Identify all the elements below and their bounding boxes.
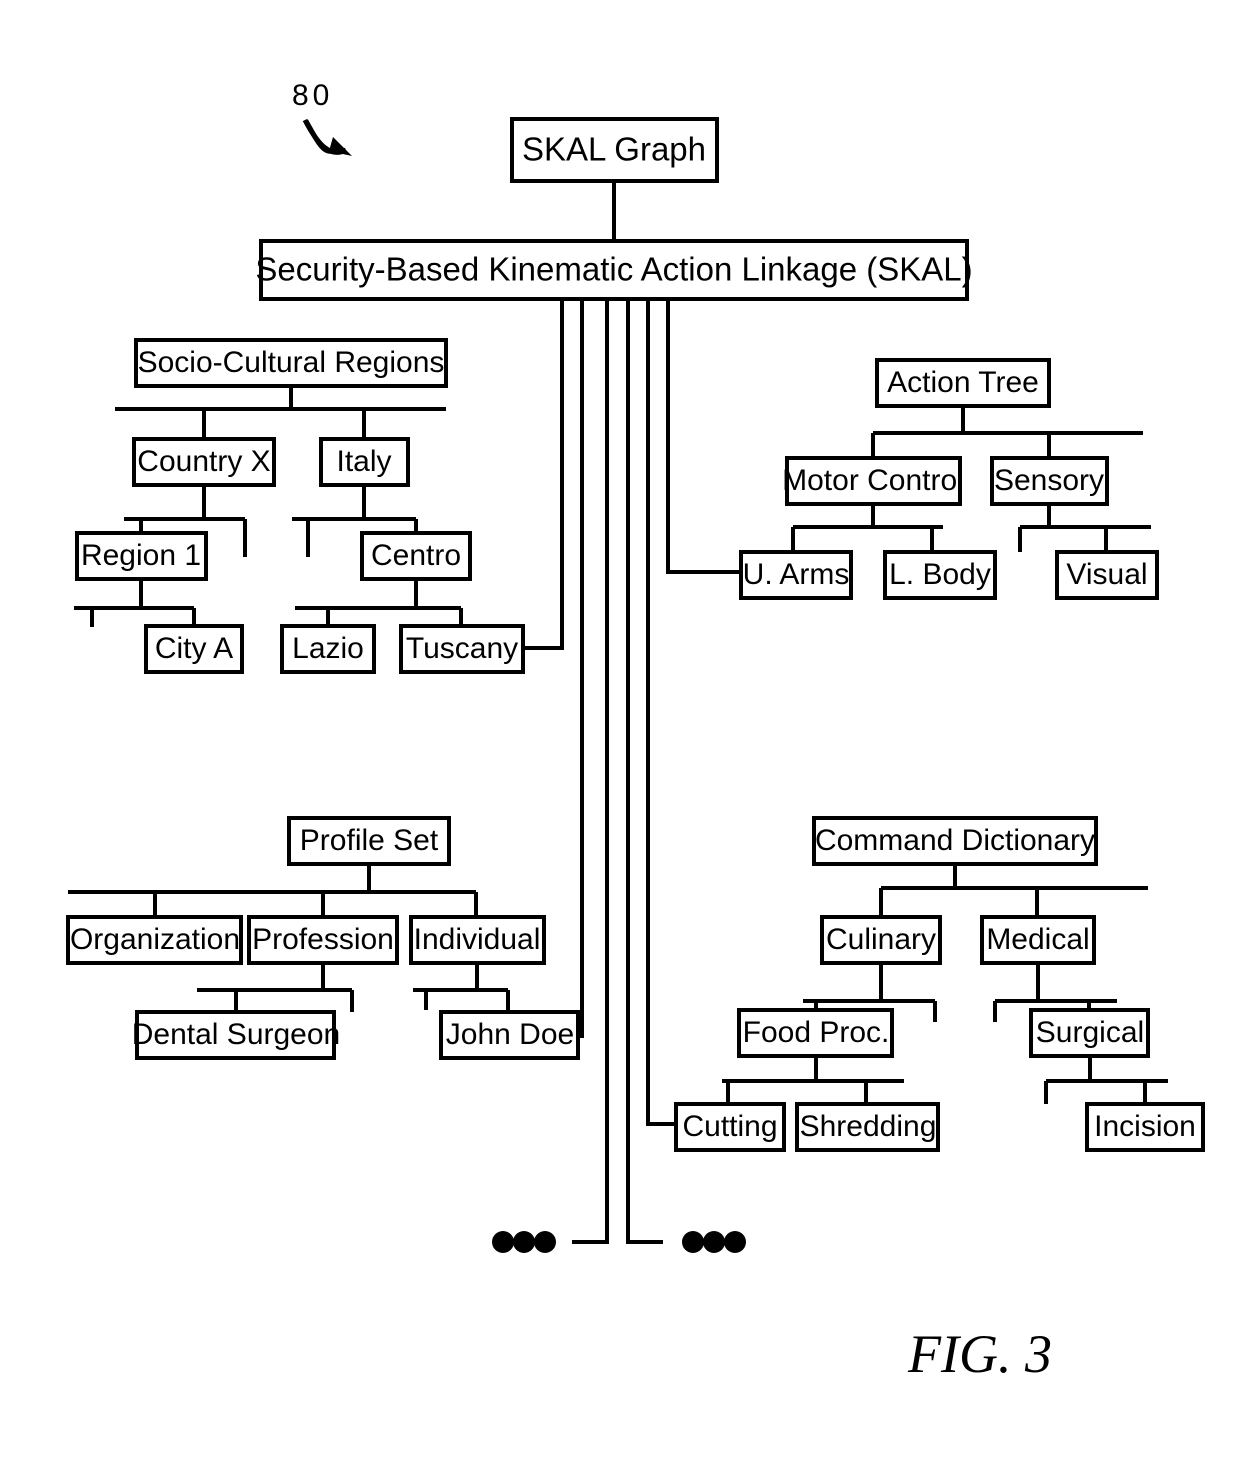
ellipsis-right-dot-1 [682, 1231, 704, 1253]
skal-graph-figure: 80 SKAL Graph Security-Based Kinematic A… [66, 79, 1205, 1384]
node-skal-graph-label: SKAL Graph [522, 131, 706, 168]
node-tuscany-label: Tuscany [406, 632, 518, 665]
trunk-line-to-tuscany [523, 299, 564, 650]
ellipsis-left-dot-3 [534, 1231, 556, 1253]
node-socio-cultural-regions[interactable]: Socio-Cultural Regions [134, 338, 448, 388]
node-profession-label: Profession [252, 923, 394, 956]
node-shredding[interactable]: Shredding [795, 1102, 940, 1152]
node-lazio[interactable]: Lazio [280, 624, 376, 674]
node-motor-control-label: Motor Control [782, 464, 964, 497]
node-visual[interactable]: Visual [1055, 550, 1159, 600]
node-skal-label: Security-Based Kinematic Action Linkage … [255, 251, 972, 288]
node-motor-control[interactable]: Motor Control [782, 456, 964, 506]
node-italy-label: Italy [336, 445, 391, 478]
node-l-body[interactable]: L. Body [883, 550, 997, 600]
node-l-body-label: L. Body [889, 558, 991, 591]
node-surgical[interactable]: Surgical [1029, 1008, 1150, 1058]
node-action-tree-label: Action Tree [887, 366, 1039, 399]
node-incision[interactable]: Incision [1085, 1102, 1205, 1152]
node-skal[interactable]: Security-Based Kinematic Action Linkage … [255, 239, 973, 301]
node-culinary-label: Culinary [826, 923, 936, 956]
node-tuscany[interactable]: Tuscany [399, 624, 525, 674]
node-individual[interactable]: Individual [409, 915, 546, 965]
node-cutting-label: Cutting [682, 1110, 777, 1143]
node-medical-label: Medical [986, 923, 1089, 956]
node-region-1-label: Region 1 [81, 539, 201, 572]
node-individual-label: Individual [414, 923, 541, 956]
node-food-proc[interactable]: Food Proc. [737, 1008, 894, 1058]
ellipsis-right-dot-3 [724, 1231, 746, 1253]
trunk-line-bottom-right [626, 299, 663, 1244]
node-city-a[interactable]: City A [144, 624, 244, 674]
node-country-x[interactable]: Country X [132, 437, 276, 487]
ellipsis-left [492, 1231, 556, 1253]
node-skal-graph[interactable]: SKAL Graph [510, 117, 719, 183]
ellipsis-right [682, 1231, 746, 1253]
ellipsis-left-dot-2 [513, 1231, 535, 1253]
node-profile-set[interactable]: Profile Set [287, 816, 451, 866]
node-country-x-label: Country X [137, 445, 270, 478]
node-organization-label: Organization [70, 923, 240, 956]
node-food-proc-label: Food Proc. [743, 1016, 890, 1049]
node-culinary[interactable]: Culinary [820, 915, 942, 965]
node-profile-set-label: Profile Set [300, 824, 439, 857]
node-command-dictionary-label: Command Dictionary [815, 824, 1095, 857]
reference-numeral-label: 80 [292, 79, 333, 112]
trunk-line-to-cutting [646, 299, 676, 1126]
node-italy[interactable]: Italy [319, 437, 410, 487]
node-profession[interactable]: Profession [247, 915, 399, 965]
node-sensory[interactable]: Sensory [990, 456, 1109, 506]
node-socio-cultural-regions-label: Socio-Cultural Regions [138, 346, 445, 379]
node-u-arms-label: U. Arms [743, 558, 850, 591]
node-incision-label: Incision [1094, 1110, 1196, 1143]
ellipsis-right-dot-2 [703, 1231, 725, 1253]
trunk-line-to-john-doe [578, 299, 584, 1038]
node-command-dictionary[interactable]: Command Dictionary [812, 816, 1098, 866]
node-city-a-label: City A [155, 632, 233, 665]
trunk-line-to-u-arms [666, 299, 741, 574]
node-shredding-label: Shredding [800, 1110, 937, 1143]
node-medical[interactable]: Medical [980, 915, 1096, 965]
node-cutting[interactable]: Cutting [674, 1102, 786, 1152]
node-surgical-label: Surgical [1036, 1016, 1144, 1049]
trunk-line-bottom-left [572, 299, 609, 1244]
node-organization[interactable]: Organization [66, 915, 243, 965]
node-sensory-label: Sensory [994, 464, 1104, 497]
ellipsis-left-dot-1 [492, 1231, 514, 1253]
figure-caption: FIG. 3 [907, 1324, 1052, 1384]
node-visual-label: Visual [1066, 558, 1147, 591]
node-centro[interactable]: Centro [360, 531, 472, 581]
node-centro-label: Centro [371, 539, 461, 572]
node-region-1[interactable]: Region 1 [75, 531, 208, 581]
node-action-tree[interactable]: Action Tree [875, 358, 1051, 408]
node-john-doe-label: John Doe [446, 1018, 574, 1051]
node-u-arms[interactable]: U. Arms [739, 550, 853, 600]
reference-callout-80: 80 [292, 79, 352, 156]
node-dental-surgeon-label: Dental Surgeon [132, 1018, 340, 1051]
node-lazio-label: Lazio [292, 632, 364, 665]
node-john-doe[interactable]: John Doe [439, 1010, 580, 1060]
node-dental-surgeon[interactable]: Dental Surgeon [132, 1010, 340, 1060]
